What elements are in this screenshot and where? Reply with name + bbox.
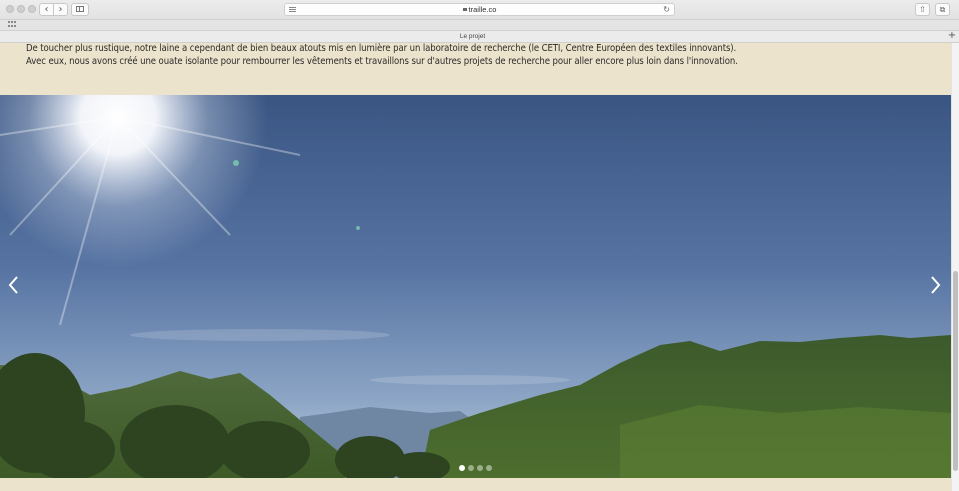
address-bar[interactable]: traille.co ↻: [284, 3, 675, 16]
tab-le-projet[interactable]: Le projet: [0, 31, 945, 42]
sidebar-toggle-button[interactable]: [71, 3, 89, 16]
slider-next-button[interactable]: [925, 270, 945, 300]
chevron-left-icon: ‹: [44, 4, 49, 15]
reload-icon[interactable]: ↻: [663, 4, 670, 15]
slider-dot-2[interactable]: [468, 465, 474, 471]
share-icon: ⇧: [919, 5, 926, 14]
slider-pagination: [459, 465, 495, 471]
lock-icon: [462, 7, 467, 11]
forward-button[interactable]: ›: [53, 3, 68, 16]
slider-dot-1[interactable]: [459, 465, 465, 471]
image-slider: [0, 95, 951, 478]
slider-dot-3[interactable]: [477, 465, 483, 471]
paragraph-2: Avec eux, nous avons créé une ouate isol…: [26, 55, 738, 67]
tabs-icon: ⧉: [939, 5, 946, 14]
favorites-bar: [0, 20, 959, 31]
minimize-window-button[interactable]: [17, 5, 25, 13]
page-content: De toucher plus rustique, notre laine a …: [0, 43, 951, 491]
intro-text: De toucher plus rustique, notre laine a …: [26, 43, 926, 68]
zoom-window-button[interactable]: [28, 5, 36, 13]
share-button[interactable]: ⇧: [915, 3, 930, 16]
scrollbar-thumb[interactable]: [953, 271, 958, 471]
paragraph-1: De toucher plus rustique, notre laine a …: [26, 43, 737, 54]
chevron-right-icon: [931, 276, 941, 294]
slide-image: [0, 95, 951, 478]
slider-dot-4[interactable]: [486, 465, 492, 471]
slider-prev-button[interactable]: [4, 270, 24, 300]
new-tab-button[interactable]: +: [947, 31, 957, 42]
url-text: traille.co: [468, 5, 497, 14]
back-button[interactable]: ‹: [39, 3, 54, 16]
browser-toolbar: ‹ › traille.co ↻ ⇧ ⧉: [0, 0, 959, 20]
grid-icon[interactable]: [8, 21, 16, 28]
chevron-left-icon: [8, 276, 18, 294]
close-window-button[interactable]: [6, 5, 14, 13]
sidebar-icon: [76, 6, 84, 12]
page-scrollbar[interactable]: [951, 43, 959, 491]
show-tabs-button[interactable]: ⧉: [935, 3, 950, 16]
chevron-right-icon: ›: [58, 4, 63, 15]
tab-bar: Le projet +: [0, 31, 959, 43]
